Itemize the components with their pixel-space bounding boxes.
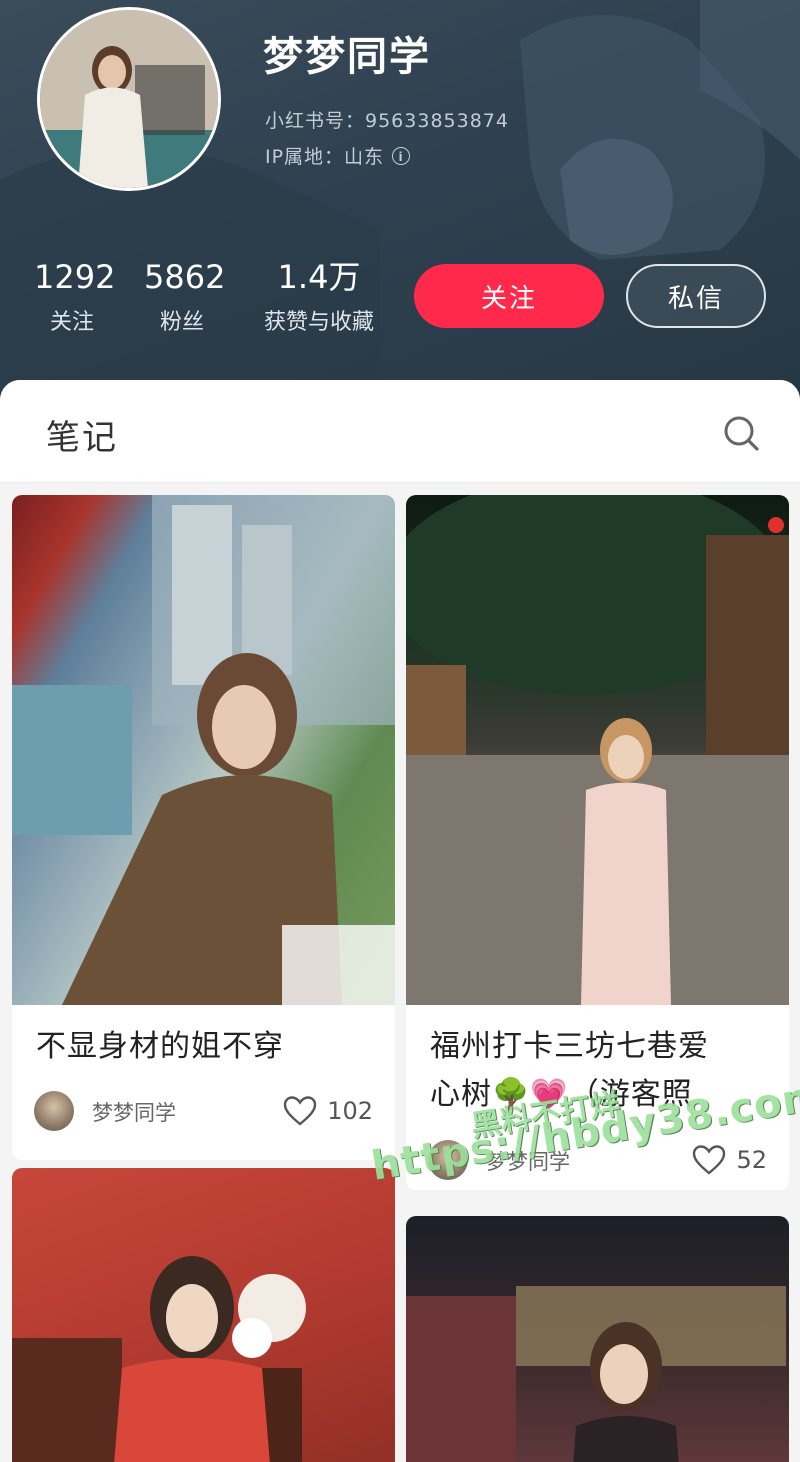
message-button[interactable]: 私信 xyxy=(626,264,766,328)
tab-notes[interactable]: 笔记 xyxy=(46,410,118,459)
note-cover-illustration xyxy=(12,1256,306,1462)
stat-likes-value: 1.4万 xyxy=(277,258,361,296)
stat-likes-collects[interactable]: 1.4万 获赞与收藏 xyxy=(254,258,384,336)
note-footer: 梦梦同学 102 xyxy=(12,1091,395,1135)
follow-button[interactable]: 关注 xyxy=(414,264,604,328)
note-title: 不显身材的姐不穿 xyxy=(36,1029,284,1064)
like-button[interactable]: 102 xyxy=(283,1095,373,1127)
note-cover-image xyxy=(12,1168,395,1462)
stat-likes-label: 获赞与收藏 xyxy=(263,310,374,335)
note-title-line-1: 福州打卡三坊七巷爱 xyxy=(430,1029,709,1064)
note-card[interactable] xyxy=(406,1216,789,1462)
note-cover-illustration xyxy=(406,1286,786,1462)
content-panel: 笔记 不显身材的姐不穿 梦梦同学 102 福州打卡三坊七巷爱 心树🌳💗（游客照 … xyxy=(0,380,800,1462)
heart-icon xyxy=(283,1096,317,1126)
profile-name: 梦梦同学 xyxy=(263,34,431,80)
stat-following-label: 关注 xyxy=(49,310,94,335)
account-id: 小红书号：95633853874 xyxy=(265,110,509,132)
tab-bar: 笔记 xyxy=(0,380,800,483)
ip-location: IP属地：山东 i xyxy=(265,142,411,169)
avatar-photo-illustration xyxy=(40,10,218,188)
ip-location-text: IP属地：山东 xyxy=(265,146,385,168)
note-cover-image xyxy=(12,495,395,1005)
note-cover-image xyxy=(406,495,789,1005)
like-button[interactable]: 52 xyxy=(692,1144,767,1176)
stat-followers-value: 5862 xyxy=(144,258,226,296)
search-icon[interactable] xyxy=(722,414,760,452)
note-cover-illustration xyxy=(406,495,789,1005)
note-card[interactable] xyxy=(12,1168,395,1462)
like-count: 52 xyxy=(736,1146,767,1174)
note-cover-image xyxy=(406,1216,789,1462)
heart-icon xyxy=(693,1145,726,1175)
stat-following-value: 1292 xyxy=(34,258,116,296)
author-avatar[interactable] xyxy=(34,1091,74,1131)
note-card[interactable]: 不显身材的姐不穿 梦梦同学 102 xyxy=(12,495,395,1160)
stat-followers[interactable]: 5862 粉丝 xyxy=(144,258,226,336)
profile-avatar[interactable] xyxy=(37,7,221,191)
stat-following[interactable]: 1292 关注 xyxy=(34,258,116,336)
profile-header: 梦梦同学 小红书号：95633853874 IP属地：山东 i 1292 关注 … xyxy=(0,0,800,410)
note-cover-illustration xyxy=(12,495,395,1005)
stat-followers-label: 粉丝 xyxy=(159,310,204,335)
like-count: 102 xyxy=(327,1097,373,1125)
info-icon[interactable]: i xyxy=(392,146,411,165)
author-name[interactable]: 梦梦同学 xyxy=(92,1097,176,1127)
